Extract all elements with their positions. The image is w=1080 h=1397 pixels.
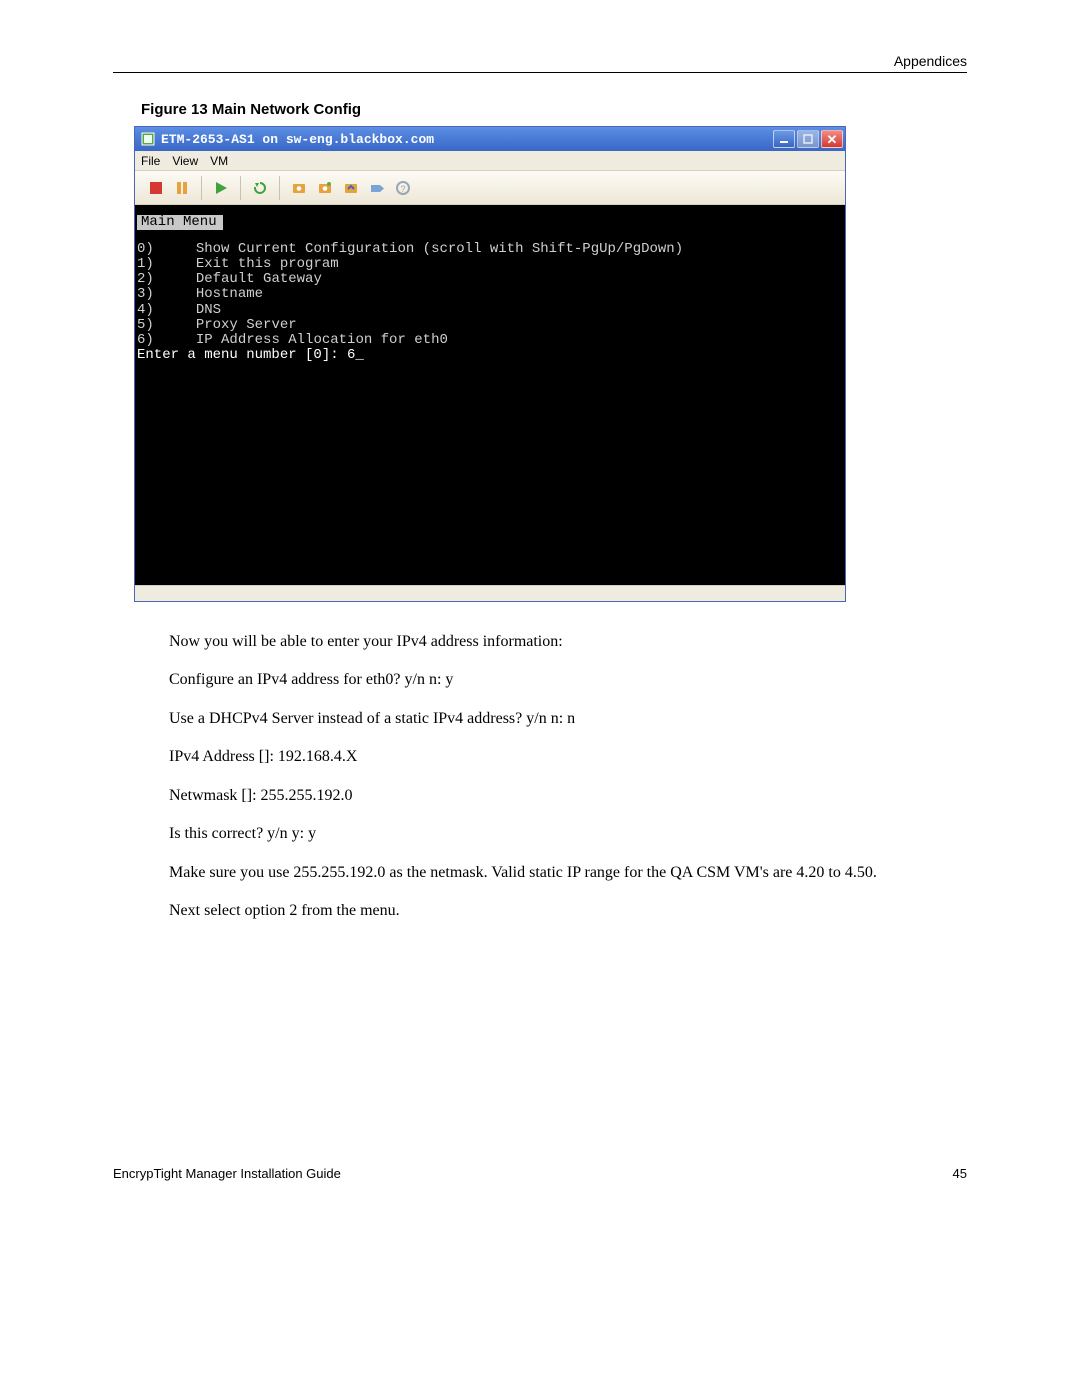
body-paragraph: Now you will be able to enter your IPv4 … xyxy=(169,632,959,652)
window-titlebar: ETM-2653-AS1 on sw-eng.blackbox.com ✕ xyxy=(135,127,845,151)
close-icon: ✕ xyxy=(827,133,838,146)
svg-text:?: ? xyxy=(400,184,405,194)
menu-vm[interactable]: VM xyxy=(210,154,228,168)
window-close-button[interactable]: ✕ xyxy=(821,130,843,148)
body-paragraph: IPv4 Address []: 192.168.4.X xyxy=(169,747,959,767)
console-menu-item: 3) Hostname xyxy=(137,287,843,302)
snapshot-icon[interactable] xyxy=(286,175,312,201)
body-paragraph: Is this correct? y/n y: y xyxy=(169,824,959,844)
vm-console-window: ETM-2653-AS1 on sw-eng.blackbox.com ✕ Fi… xyxy=(134,126,846,602)
pause-icon[interactable] xyxy=(169,175,195,201)
body-paragraph: Make sure you use 255.255.192.0 as the n… xyxy=(169,863,959,883)
console-menu-item: 1) Exit this program xyxy=(137,257,843,272)
refresh-icon[interactable] xyxy=(247,175,273,201)
body-paragraph: Next select option 2 from the menu. xyxy=(169,901,959,921)
power-off-icon[interactable] xyxy=(143,175,169,201)
console-menu-title: Main Menu xyxy=(137,215,223,230)
window-statusbar xyxy=(135,585,845,601)
body-paragraph: Netwmask []: 255.255.192.0 xyxy=(169,786,959,806)
vm-console[interactable]: Main Menu 0) Show Current Configuration … xyxy=(135,205,845,585)
window-toolbar: ? xyxy=(135,171,845,205)
help-icon[interactable]: ? xyxy=(390,175,416,201)
figure-caption: Figure 13 Main Network Config xyxy=(141,101,967,118)
window-menubar: File View VM xyxy=(135,151,845,171)
footer-doc-title: EncrypTight Manager Installation Guide xyxy=(113,1166,341,1181)
body-paragraph: Use a DHCPv4 Server instead of a static … xyxy=(169,709,959,729)
console-menu-item: 5) Proxy Server xyxy=(137,318,843,333)
snapshot-manage-icon[interactable] xyxy=(312,175,338,201)
header-rule xyxy=(113,72,967,73)
console-menu-item: 2) Default Gateway xyxy=(137,272,843,287)
window-minimize-button[interactable] xyxy=(773,130,795,148)
body-paragraph: Configure an IPv4 address for eth0? y/n … xyxy=(169,670,959,690)
revert-snapshot-icon[interactable] xyxy=(338,175,364,201)
console-menu-item: 4) DNS xyxy=(137,303,843,318)
menu-view[interactable]: View xyxy=(172,154,198,168)
vm-app-icon xyxy=(141,132,155,146)
console-prompt: Enter a menu number [0]: 6_ xyxy=(137,348,843,363)
footer-page-number: 45 xyxy=(953,1166,967,1181)
menu-file[interactable]: File xyxy=(141,154,160,168)
toolbar-separator xyxy=(240,176,241,200)
window-maximize-button[interactable] xyxy=(797,130,819,148)
console-menu-item: 6) IP Address Allocation for eth0 xyxy=(137,333,843,348)
toolbar-separator xyxy=(201,176,202,200)
connect-device-icon[interactable] xyxy=(364,175,390,201)
console-menu-item: 0) Show Current Configuration (scroll wi… xyxy=(137,242,843,257)
toolbar-separator xyxy=(279,176,280,200)
play-icon[interactable] xyxy=(208,175,234,201)
window-title: ETM-2653-AS1 on sw-eng.blackbox.com xyxy=(161,132,767,147)
page-header-section: Appendices xyxy=(113,53,967,69)
doc-body: Now you will be able to enter your IPv4 … xyxy=(169,632,959,922)
page-footer: EncrypTight Manager Installation Guide 4… xyxy=(113,1165,967,1181)
